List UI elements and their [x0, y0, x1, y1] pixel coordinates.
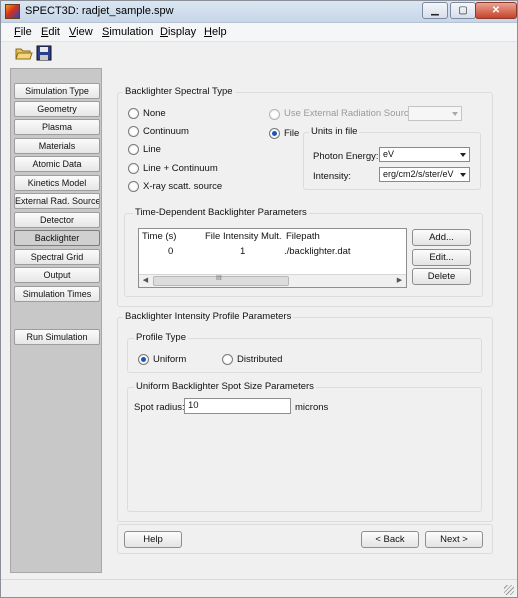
sidebar-item-kinetics-model[interactable]: Kinetics Model — [14, 175, 100, 191]
close-button[interactable]: ✕ — [475, 2, 517, 19]
spot-radius-input[interactable]: 10 — [184, 398, 291, 414]
sidebar: Simulation Type Geometry Plasma Material… — [10, 68, 102, 573]
radio-distributed[interactable] — [222, 354, 233, 365]
radio-distributed-label: Distributed — [237, 354, 283, 365]
radio-uniform-label: Uniform — [153, 354, 187, 365]
radio-none[interactable] — [128, 108, 139, 119]
edit-button[interactable]: Edit... — [412, 249, 471, 266]
sidebar-item-materials[interactable]: Materials — [14, 138, 100, 154]
menu-view[interactable]: View — [69, 26, 93, 38]
resize-grip-icon[interactable] — [504, 585, 514, 595]
scroll-right-icon[interactable]: ▶ — [394, 276, 405, 286]
status-bar — [1, 579, 517, 597]
sidebar-item-spectral-grid[interactable]: Spectral Grid — [14, 249, 100, 265]
menu-edit[interactable]: Edit — [41, 26, 60, 38]
sidebar-item-geometry[interactable]: Geometry — [14, 101, 100, 117]
toolbar — [1, 42, 517, 64]
sidebar-item-external-rad-source[interactable]: External Rad. Source — [14, 193, 100, 209]
open-folder-icon[interactable] — [15, 45, 33, 61]
back-button[interactable]: < Back — [361, 531, 419, 548]
profile-title: Backlighter Intensity Profile Parameters — [123, 311, 294, 322]
radio-none-label: None — [143, 108, 166, 119]
cell-mult[interactable]: 1 — [240, 246, 245, 257]
menu-bar: File Edit View Simulation Display Help — [1, 23, 517, 42]
photon-energy-select[interactable]: eV — [379, 147, 470, 162]
menu-simulation[interactable]: Simulation — [102, 26, 153, 38]
column-time: Time (s) — [142, 231, 177, 242]
scroll-left-icon[interactable]: ◀ — [140, 276, 151, 286]
sidebar-item-simulation-times[interactable]: Simulation Times — [14, 286, 100, 302]
cell-time[interactable]: 0 — [168, 246, 173, 257]
spectral-type-title: Backlighter Spectral Type — [123, 86, 235, 97]
app-window: SPECT3D: radjet_sample.spw ▁ ▢ ✕ File Ed… — [0, 0, 518, 598]
spot-radius-unit: microns — [295, 402, 329, 413]
intensity-select[interactable]: erg/cm2/s/ster/eV — [379, 167, 470, 182]
sidebar-item-atomic-data[interactable]: Atomic Data — [14, 156, 100, 172]
units-title: Units in file — [309, 126, 360, 137]
delete-button[interactable]: Delete — [412, 268, 471, 285]
backlighter-table[interactable]: Time (s) File Intensity Mult. Filepath 0… — [138, 228, 407, 288]
radio-line[interactable] — [128, 144, 139, 155]
radio-line-continuum-label: Line + Continuum — [143, 163, 218, 174]
sidebar-item-plasma[interactable]: Plasma — [14, 119, 100, 135]
window-title: SPECT3D: radjet_sample.spw — [25, 5, 174, 17]
radio-continuum-label: Continuum — [143, 126, 189, 137]
help-button[interactable]: Help — [124, 531, 182, 548]
sidebar-item-backlighter[interactable]: Backlighter — [14, 230, 100, 246]
scroll-thumb[interactable]: III — [153, 275, 289, 286]
photon-energy-label: Photon Energy: — [313, 151, 379, 162]
sidebar-item-simulation-type[interactable]: Simulation Type — [14, 83, 100, 99]
intensity-label: Intensity: — [313, 171, 352, 182]
title-bar: SPECT3D: radjet_sample.spw ▁ ▢ ✕ — [1, 1, 517, 23]
save-disk-icon[interactable] — [36, 45, 54, 61]
menu-help[interactable]: Help — [204, 26, 227, 38]
column-filepath: Filepath — [286, 231, 320, 242]
maximize-button[interactable]: ▢ — [450, 2, 476, 19]
external-source-select[interactable] — [408, 106, 462, 121]
menu-file[interactable]: File — [14, 26, 32, 38]
table-scrollbar[interactable]: ◀ III ▶ — [139, 274, 406, 287]
radio-uniform[interactable] — [138, 354, 149, 365]
radio-continuum[interactable] — [128, 126, 139, 137]
column-intensity-mult: File Intensity Mult. — [205, 231, 282, 242]
app-logo-icon — [5, 4, 20, 19]
sidebar-item-detector[interactable]: Detector — [14, 212, 100, 228]
run-simulation-button[interactable]: Run Simulation — [14, 329, 100, 345]
scroll-grip: III — [216, 275, 222, 282]
menu-display[interactable]: Display — [160, 26, 196, 38]
radio-file-label: File — [284, 128, 300, 139]
cell-filepath[interactable]: ./backlighter.dat — [284, 246, 351, 257]
next-button[interactable]: Next > — [425, 531, 483, 548]
add-button[interactable]: Add... — [412, 229, 471, 246]
radio-file[interactable] — [269, 128, 280, 139]
minimize-button[interactable]: ▁ — [422, 2, 448, 19]
sidebar-item-output[interactable]: Output — [14, 267, 100, 283]
spot-size-title: Uniform Backlighter Spot Size Parameters — [134, 381, 316, 392]
spot-radius-label: Spot radius: — [134, 402, 185, 413]
radio-line-label: Line — [143, 144, 161, 155]
radio-xray-scatt-label: X-ray scatt. source — [143, 181, 223, 192]
radio-xray-scatt[interactable] — [128, 181, 139, 192]
time-dependent-title: Time-Dependent Backlighter Parameters — [133, 207, 309, 218]
use-external-label: Use External Radiation Source — [284, 108, 414, 119]
radio-line-continuum[interactable] — [128, 163, 139, 174]
radio-use-external[interactable] — [269, 109, 280, 120]
profile-type-title: Profile Type — [134, 332, 188, 343]
